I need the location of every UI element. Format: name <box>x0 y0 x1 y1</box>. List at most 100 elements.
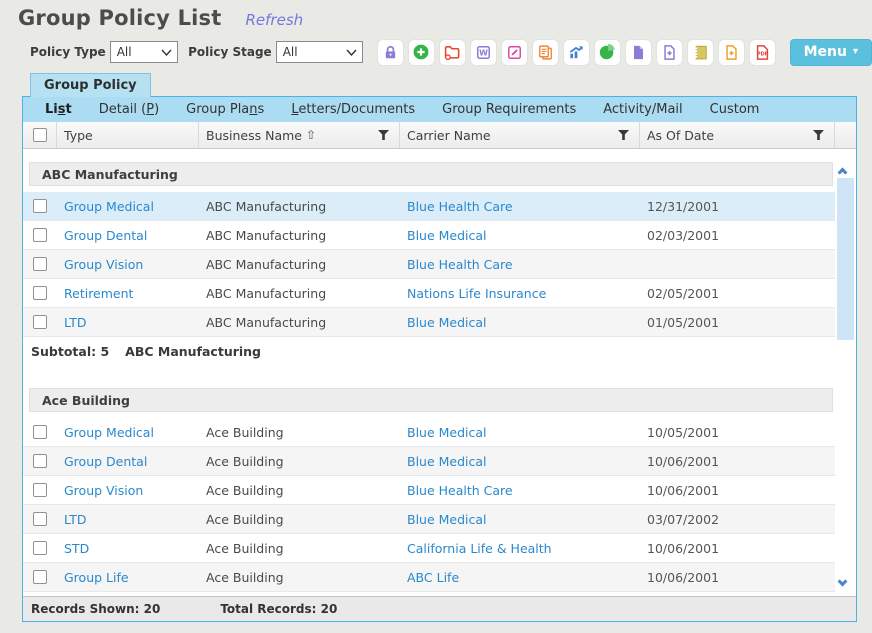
table-row[interactable]: Group Medical Ace Building Blue Medical … <box>23 418 835 447</box>
subtab-activity-mail[interactable]: Activity/Mail <box>603 102 682 117</box>
policy-type-link[interactable]: Group Medical <box>64 425 154 440</box>
add-button[interactable] <box>408 39 435 66</box>
notepad-button[interactable] <box>687 39 714 66</box>
policy-type-link[interactable]: Group Medical <box>64 199 154 214</box>
policy-type-link[interactable]: Retirement <box>64 286 133 301</box>
row-checkbox[interactable] <box>33 315 47 329</box>
subtotal-label: Subtotal: 5 <box>31 344 109 359</box>
scrollbar-down-button[interactable] <box>839 570 851 582</box>
carrier-link[interactable]: Blue Medical <box>407 454 487 469</box>
as-of-date: 10/06/2001 <box>640 541 835 556</box>
add-file-button[interactable] <box>718 39 745 66</box>
row-checkbox[interactable] <box>33 286 47 300</box>
subtab-custom[interactable]: Custom <box>710 102 760 117</box>
row-checkbox[interactable] <box>33 454 47 468</box>
copy-documents-button[interactable] <box>532 39 559 66</box>
table-row[interactable]: Retirement ABC Manufacturing Nations Lif… <box>23 279 835 308</box>
policy-type-link[interactable]: STD <box>64 541 89 556</box>
business-name: ABC Manufacturing <box>199 199 400 214</box>
row-checkbox[interactable] <box>33 483 47 497</box>
carrier-link[interactable]: Blue Health Care <box>407 257 513 272</box>
column-header-as-of-date[interactable]: As Of Date <box>640 122 835 148</box>
word-doc-button[interactable]: W <box>470 39 497 66</box>
policy-type-link[interactable]: Group Vision <box>64 257 143 272</box>
filter-icon[interactable] <box>813 130 824 140</box>
table-row[interactable]: Group Vision ABC Manufacturing Blue Heal… <box>23 250 835 279</box>
column-header-carrier-name[interactable]: Carrier Name <box>400 122 640 148</box>
policy-type-value: All <box>117 45 132 59</box>
carrier-link[interactable]: Blue Medical <box>407 228 487 243</box>
table-row[interactable]: Group Dental ABC Manufacturing Blue Medi… <box>23 221 835 250</box>
menu-button[interactable]: Menu ▾ <box>790 39 872 66</box>
subtab-letters-documents[interactable]: Letters/Documents <box>291 102 415 117</box>
row-checkbox[interactable] <box>33 257 47 271</box>
sort-ascending-icon: ⇧ <box>306 128 316 142</box>
pie-chart-button[interactable] <box>594 39 621 66</box>
policy-type-select[interactable]: All <box>110 41 178 63</box>
carrier-link[interactable]: Blue Health Care <box>407 199 513 214</box>
filter-icon[interactable] <box>618 130 629 140</box>
table-row[interactable]: LTD Ace Building Blue Medical 03/07/2002 <box>23 505 835 534</box>
carrier-link[interactable]: ABC Life <box>407 570 459 585</box>
as-of-date: 10/06/2001 <box>640 483 835 498</box>
refresh-link[interactable]: Refresh <box>246 11 304 29</box>
row-checkbox[interactable] <box>33 425 47 439</box>
document-button[interactable] <box>625 39 652 66</box>
subtab-bar: List Detail (P) Group Plans Letters/Docu… <box>23 97 856 122</box>
policy-stage-value: All <box>283 45 298 59</box>
carrier-link[interactable]: Blue Medical <box>407 512 487 527</box>
folder-button[interactable] <box>439 39 466 66</box>
table-row[interactable]: LTD ABC Manufacturing Blue Medical 01/05… <box>23 308 835 337</box>
lock-button[interactable] <box>377 39 404 66</box>
table-row[interactable]: Group Dental Ace Building Blue Medical 1… <box>23 447 835 476</box>
chart-increase-button[interactable] <box>563 39 590 66</box>
column-header-type[interactable]: Type <box>57 122 199 148</box>
add-document-button[interactable] <box>656 39 683 66</box>
scrollbar-up-button[interactable] <box>839 161 851 173</box>
add-document-icon <box>661 44 678 61</box>
carrier-link[interactable]: Blue Medical <box>407 425 487 440</box>
policy-type-link[interactable]: Group Vision <box>64 483 143 498</box>
row-checkbox[interactable] <box>33 570 47 584</box>
subtab-group-plans[interactable]: Group Plans <box>186 102 264 117</box>
subtab-list[interactable]: List <box>45 102 72 117</box>
edit-button[interactable] <box>501 39 528 66</box>
select-all-checkbox[interactable] <box>33 128 47 142</box>
row-checkbox[interactable] <box>33 541 47 555</box>
row-checkbox[interactable] <box>33 512 47 526</box>
carrier-link[interactable]: Blue Medical <box>407 315 487 330</box>
policy-type-link[interactable]: Group Dental <box>64 454 147 469</box>
records-status-bar: Records Shown: 20 Total Records: 20 <box>23 596 856 621</box>
menu-button-label: Menu <box>804 44 847 60</box>
as-of-date: 01/05/2001 <box>640 315 835 330</box>
policy-type-link[interactable]: Group Dental <box>64 228 147 243</box>
policy-type-link[interactable]: Group Life <box>64 570 129 585</box>
subtab-detail[interactable]: Detail (P) <box>99 102 159 117</box>
row-checkbox[interactable] <box>33 199 47 213</box>
chevron-down-icon <box>838 577 848 587</box>
carrier-link[interactable]: Blue Health Care <box>407 483 513 498</box>
table-row[interactable]: Group Vision Ace Building Blue Health Ca… <box>23 476 835 505</box>
table-row[interactable]: Group Medical ABC Manufacturing Blue Hea… <box>23 192 835 221</box>
subtab-group-requirements[interactable]: Group Requirements <box>442 102 576 117</box>
notepad-icon <box>692 44 709 61</box>
policy-type-link[interactable]: LTD <box>64 315 87 330</box>
table-row[interactable]: Group Life Ace Building ABC Life 10/06/2… <box>23 563 835 592</box>
row-checkbox[interactable] <box>33 228 47 242</box>
policy-stage-select[interactable]: All <box>276 41 363 63</box>
as-of-date: 10/06/2001 <box>640 570 835 585</box>
column-header-business-name[interactable]: Business Name ⇧ <box>199 122 400 148</box>
carrier-link[interactable]: California Life & Health <box>407 541 552 556</box>
table-row[interactable]: STD Ace Building California Life & Healt… <box>23 534 835 563</box>
tab-group-policy[interactable]: Group Policy <box>30 73 151 97</box>
pdf-button[interactable]: PDF <box>749 39 776 66</box>
scrollbar-thumb[interactable] <box>837 178 854 340</box>
carrier-link[interactable]: Nations Life Insurance <box>407 286 546 301</box>
toolbar-icon-strip: W <box>377 39 776 66</box>
chevron-down-icon <box>161 49 172 56</box>
vertical-scrollbar[interactable] <box>835 149 856 596</box>
as-of-date: 02/05/2001 <box>640 286 835 301</box>
filter-icon[interactable] <box>378 130 389 140</box>
group-policy-panel: List Detail (P) Group Plans Letters/Docu… <box>22 96 857 622</box>
policy-type-link[interactable]: LTD <box>64 512 87 527</box>
